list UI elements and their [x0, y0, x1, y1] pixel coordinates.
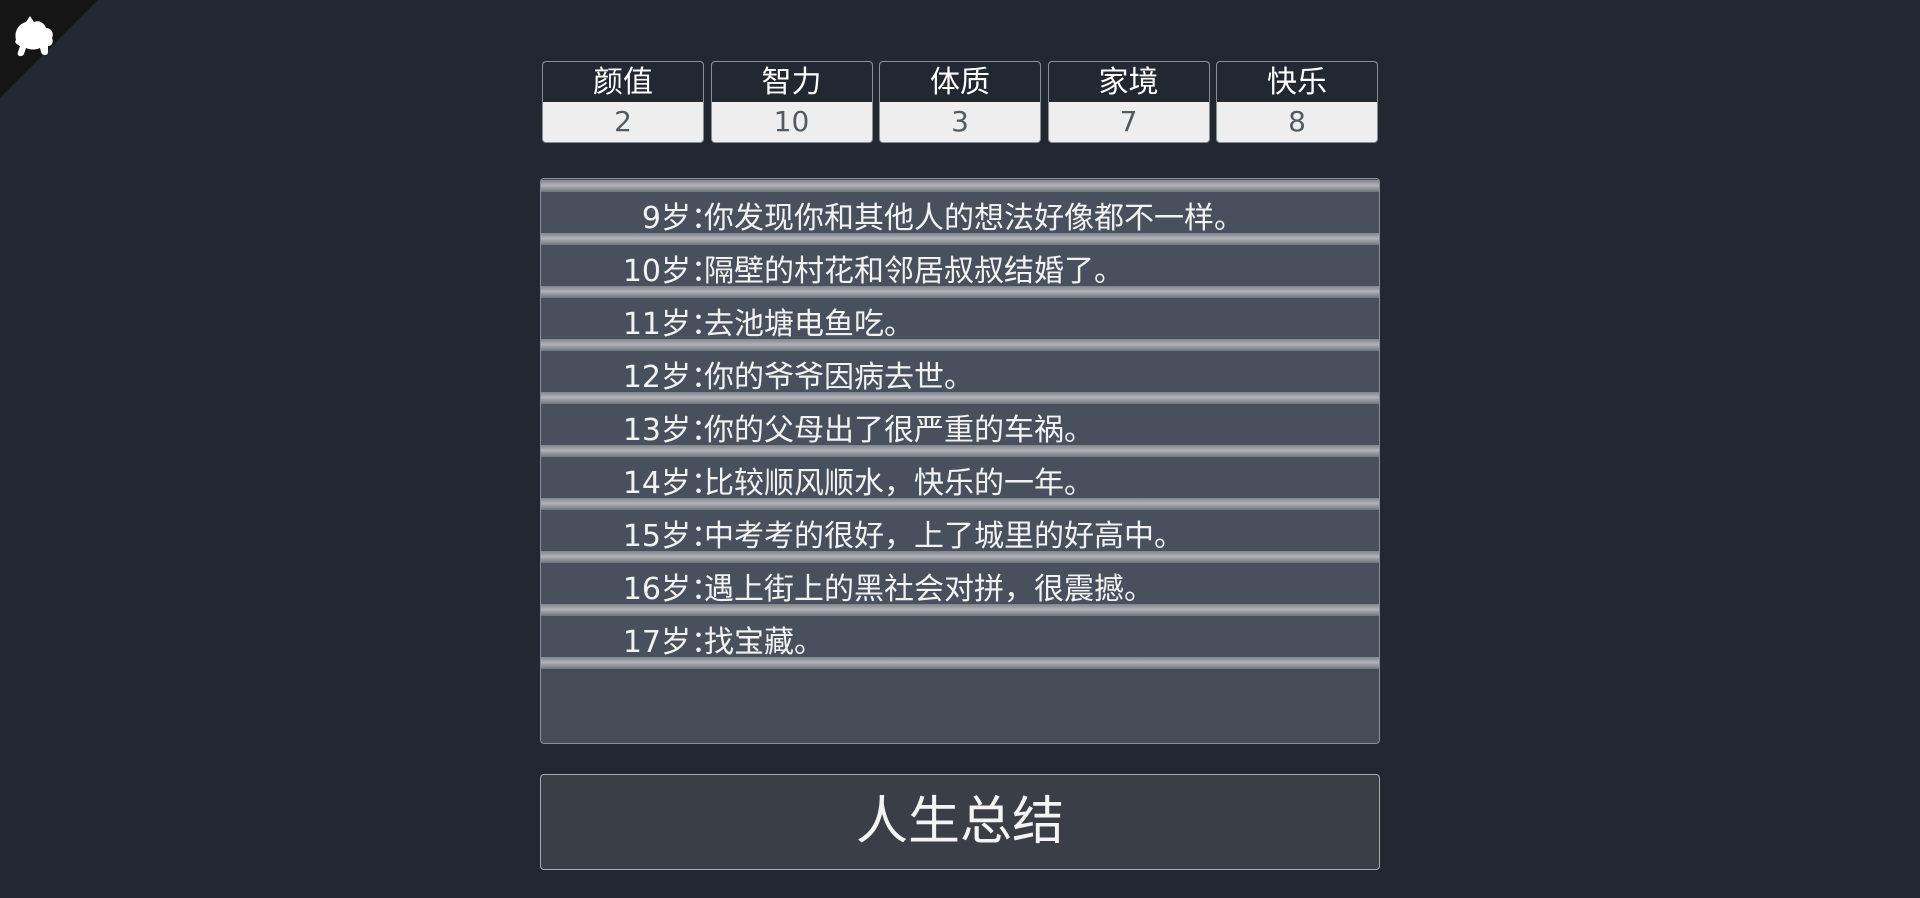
stat-label: 颜值 — [543, 62, 703, 102]
log-row: 10岁：隔壁的村花和邻居叔叔结婚了。 — [541, 245, 1379, 298]
log-age: 16岁 — [622, 572, 691, 607]
stat-value: 2 — [614, 105, 632, 138]
octocat-icon[interactable] — [8, 12, 58, 62]
stat-label: 快乐 — [1217, 62, 1377, 102]
log-row: 16岁：遇上街上的黑社会对拼，很震撼。 — [541, 563, 1379, 616]
log-text: 你发现你和其他人的想法好像都不一样。 — [704, 201, 1244, 236]
log-row: 上圆村头的林上。 — [541, 179, 1379, 192]
stat-appearance: 颜值 2 — [542, 61, 704, 143]
stat-value: 8 — [1288, 105, 1306, 138]
log-text: 隔壁的村花和邻居叔叔结婚了。 — [704, 254, 1124, 289]
stat-value: 7 — [1119, 105, 1138, 138]
stat-label: 家境 — [1048, 62, 1209, 102]
stats-bar: 颜值 2 智力 10 体质 3 家境 7 快乐 8 — [542, 61, 1378, 143]
log-age: 13岁 — [622, 413, 691, 448]
log-row: 12岁：你的爷爷因病去世。 — [541, 351, 1379, 404]
log-text: 你的爷爷因病去世。 — [704, 360, 974, 395]
stat-family: 家境 7 — [1047, 61, 1210, 143]
log-age: 10岁 — [622, 254, 691, 289]
log-text: 去池塘电鱼吃。 — [704, 307, 914, 342]
log-row: 17岁：找宝藏。 — [541, 616, 1379, 669]
stat-intelligence: 智力 10 — [710, 61, 873, 143]
log-row: 13岁：你的父母出了很严重的车祸。 — [541, 404, 1379, 457]
log-age: 11岁 — [622, 307, 691, 342]
log-row: 11岁：去池塘电鱼吃。 — [541, 298, 1379, 351]
stat-value: 10 — [773, 105, 810, 138]
log-age: 12岁 — [622, 360, 691, 395]
log-age: 15岁 — [622, 519, 691, 554]
stat-label: 体质 — [880, 62, 1040, 102]
log-age: 17岁 — [622, 625, 691, 660]
log-text: 比较顺风顺水，快乐的一年。 — [704, 466, 1094, 501]
log-row: 14岁：比较顺风顺水，快乐的一年。 — [541, 457, 1379, 510]
stat-constitution: 体质 3 — [879, 61, 1041, 143]
log-age: 14岁 — [622, 466, 691, 501]
log-text: 上圆村头的林上。 — [704, 179, 944, 192]
log-list: 上圆村头的林上。9岁：你发现你和其他人的想法好像都不一样。10岁：隔壁的村花和邻… — [541, 179, 1379, 669]
stat-label: 智力 — [711, 62, 872, 102]
stat-happiness: 快乐 8 — [1216, 61, 1378, 143]
log-text: 你的父母出了很严重的车祸。 — [704, 413, 1094, 448]
log-text: 找宝藏。 — [704, 625, 824, 660]
log-row: 9岁：你发现你和其他人的想法好像都不一样。 — [541, 192, 1379, 245]
log-text: 遇上街上的黑社会对拼，很震撼。 — [704, 572, 1154, 607]
log-age: 9岁 — [641, 201, 691, 236]
log-row: 15岁：中考考的很好，上了城里的好高中。 — [541, 510, 1379, 563]
life-event-log[interactable]: 上圆村头的林上。9岁：你发现你和其他人的想法好像都不一样。10岁：隔壁的村花和邻… — [540, 178, 1380, 744]
life-summary-button[interactable]: 人生总结 — [540, 774, 1380, 870]
stat-value: 3 — [951, 105, 969, 138]
log-text: 中考考的很好，上了城里的好高中。 — [704, 519, 1184, 554]
